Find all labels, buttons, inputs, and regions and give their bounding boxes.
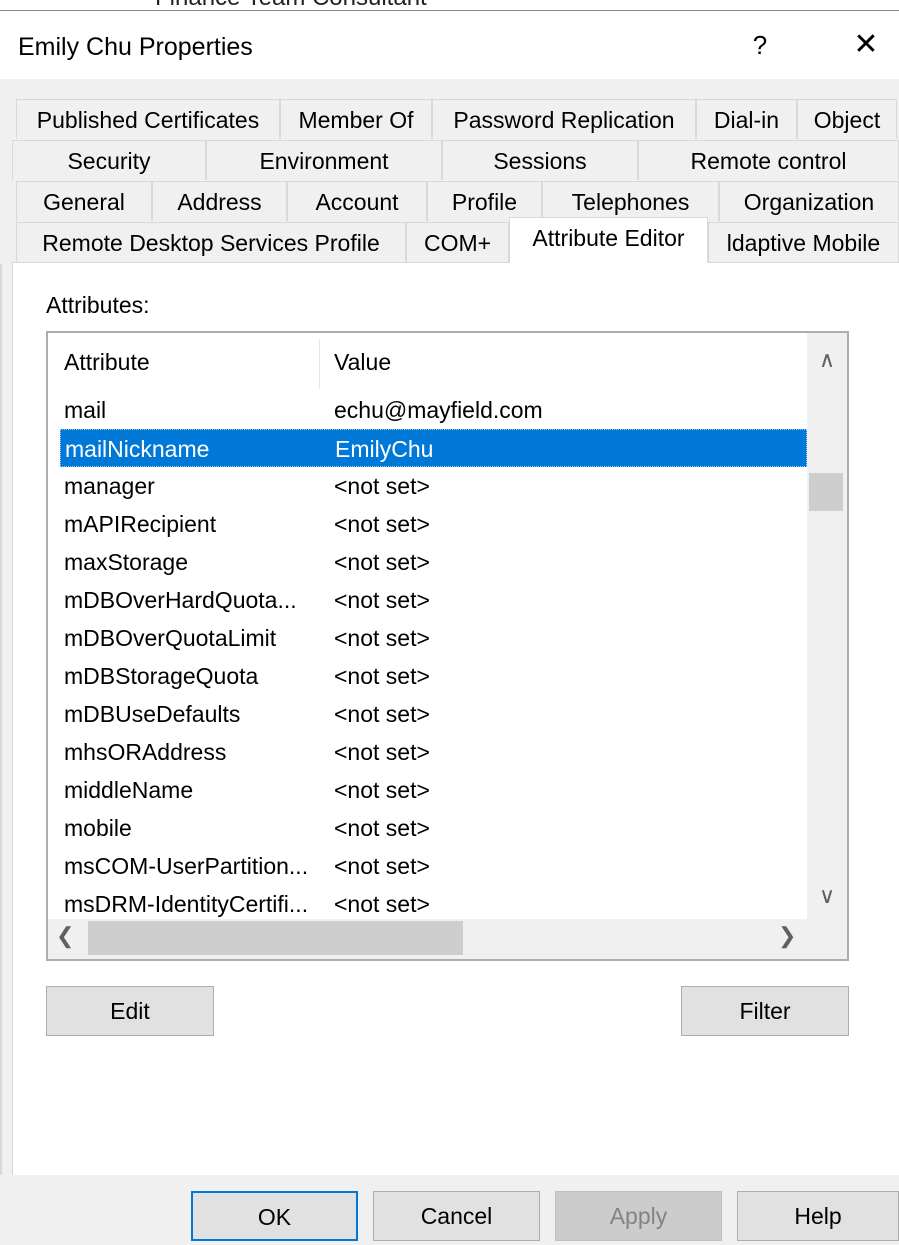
tab-account[interactable]: Account	[287, 181, 427, 221]
attribute-value: <not set>	[334, 549, 430, 575]
chevron-right-icon[interactable]: ❯	[778, 923, 796, 949]
table-row[interactable]: mDBOverQuotaLimit <not set>	[60, 619, 807, 657]
tab-security[interactable]: Security	[12, 140, 206, 180]
scrollbar-corner	[807, 919, 847, 959]
vertical-scrollbar[interactable]: ∧ ∨	[807, 333, 847, 919]
table-row[interactable]: mAPIRecipient <not set>	[60, 505, 807, 543]
tab-environment[interactable]: Environment	[206, 140, 442, 180]
tab-ldaptive-mobile[interactable]: ldaptive Mobile	[708, 222, 899, 262]
attribute-name: mDBOverHardQuota...	[64, 587, 297, 613]
attribute-value: <not set>	[334, 511, 430, 537]
chevron-down-icon[interactable]: ∨	[807, 883, 847, 909]
table-row[interactable]: mDBOverHardQuota... <not set>	[60, 581, 807, 619]
tab-remote-control[interactable]: Remote control	[638, 140, 899, 180]
attribute-name: mail	[64, 397, 107, 423]
table-row-selected[interactable]: mailNickname EmilyChu	[60, 429, 807, 467]
attribute-value: <not set>	[334, 777, 430, 803]
tab-telephones[interactable]: Telephones	[542, 181, 719, 221]
attribute-name: mobile	[64, 815, 132, 841]
tab-password-replication[interactable]: Password Replication	[432, 99, 696, 139]
cancel-button[interactable]: Cancel	[373, 1191, 540, 1241]
horizontal-scrollbar[interactable]: ❮ ❯	[48, 919, 847, 959]
tab-profile[interactable]: Profile	[427, 181, 542, 221]
attribute-name: msDRM-IdentityCertifi...	[64, 891, 309, 917]
table-row[interactable]: middleName <not set>	[60, 771, 807, 809]
ok-button[interactable]: OK	[191, 1191, 358, 1241]
attribute-value: <not set>	[334, 739, 430, 765]
table-row[interactable]: mhsORAddress <not set>	[60, 733, 807, 771]
table-row[interactable]: mobile <not set>	[60, 809, 807, 847]
window-title: Emily Chu Properties	[18, 33, 253, 61]
vertical-scroll-thumb[interactable]	[809, 473, 843, 511]
attribute-value: <not set>	[334, 815, 430, 841]
attribute-name: mhsORAddress	[64, 739, 227, 765]
table-row[interactable]: mail echu@mayfield.com	[60, 391, 807, 429]
help-icon[interactable]: ?	[740, 23, 780, 67]
tab-sessions[interactable]: Sessions	[442, 140, 638, 180]
attribute-name: mDBStorageQuota	[64, 663, 259, 689]
tab-attribute-editor[interactable]: Attribute Editor	[509, 217, 708, 263]
column-separator[interactable]	[319, 339, 320, 389]
attribute-name: mailNickname	[65, 436, 210, 462]
table-row[interactable]: manager <not set>	[60, 467, 807, 505]
edit-button[interactable]: Edit	[46, 986, 214, 1036]
table-row[interactable]: msDRM-IdentityCertifi... <not set>	[60, 885, 807, 923]
attribute-value: EmilyChu	[335, 436, 434, 462]
attribute-value: <not set>	[334, 587, 430, 613]
tab-address[interactable]: Address	[152, 181, 287, 221]
attribute-name: mAPIRecipient	[64, 511, 217, 537]
tab-member-of[interactable]: Member Of	[280, 99, 432, 139]
table-row[interactable]: maxStorage <not set>	[60, 543, 807, 581]
attribute-name: middleName	[64, 777, 194, 803]
table-row[interactable]: mDBUseDefaults <not set>	[60, 695, 807, 733]
column-header-value[interactable]: Value	[334, 333, 391, 391]
tab-organization[interactable]: Organization	[719, 181, 899, 221]
horizontal-scroll-thumb[interactable]	[88, 921, 463, 955]
chevron-up-icon[interactable]: ∧	[807, 347, 847, 373]
background-window-edge: Finance Team Consultant	[0, 0, 899, 11]
table-row[interactable]: mDBStorageQuota <not set>	[60, 657, 807, 695]
title-bar: Emily Chu Properties ? ✕	[0, 11, 899, 79]
tab-dial-in[interactable]: Dial-in	[696, 99, 797, 139]
column-header-attribute[interactable]: Attribute	[64, 333, 150, 391]
attribute-name: maxStorage	[64, 549, 189, 575]
attribute-value: echu@mayfield.com	[334, 397, 543, 423]
attribute-value: <not set>	[334, 663, 430, 689]
tab-remote-desktop-services-profile[interactable]: Remote Desktop Services Profile	[16, 222, 406, 262]
table-row[interactable]: msCOM-UserPartition... <not set>	[60, 847, 807, 885]
attributes-list[interactable]: Attribute Value mail echu@mayfield.com m…	[46, 331, 849, 961]
apply-button[interactable]: Apply	[555, 1191, 722, 1241]
tab-published-certificates[interactable]: Published Certificates	[16, 99, 280, 139]
help-button[interactable]: Help	[737, 1191, 899, 1241]
chevron-left-icon[interactable]: ❮	[56, 923, 74, 949]
close-icon[interactable]: ✕	[846, 23, 886, 67]
background-window-text: Finance Team Consultant	[155, 0, 427, 10]
attribute-value: <not set>	[334, 853, 430, 879]
tab-object[interactable]: Object	[797, 99, 897, 139]
attribute-name: manager	[64, 473, 155, 499]
attribute-value: <not set>	[334, 625, 430, 651]
tab-com-plus[interactable]: COM+	[406, 222, 509, 262]
attribute-name: mDBUseDefaults	[64, 701, 241, 727]
attribute-name: mDBOverQuotaLimit	[64, 625, 277, 651]
filter-button[interactable]: Filter	[681, 986, 849, 1036]
attribute-name: msCOM-UserPartition...	[64, 853, 309, 879]
attributes-label: Attributes:	[46, 292, 150, 318]
tab-general[interactable]: General	[16, 181, 152, 221]
attribute-value: <not set>	[334, 701, 430, 727]
tab-strip: Published Certificates Member Of Passwor…	[0, 79, 899, 264]
attribute-value: <not set>	[334, 891, 430, 917]
attribute-value: <not set>	[334, 473, 430, 499]
